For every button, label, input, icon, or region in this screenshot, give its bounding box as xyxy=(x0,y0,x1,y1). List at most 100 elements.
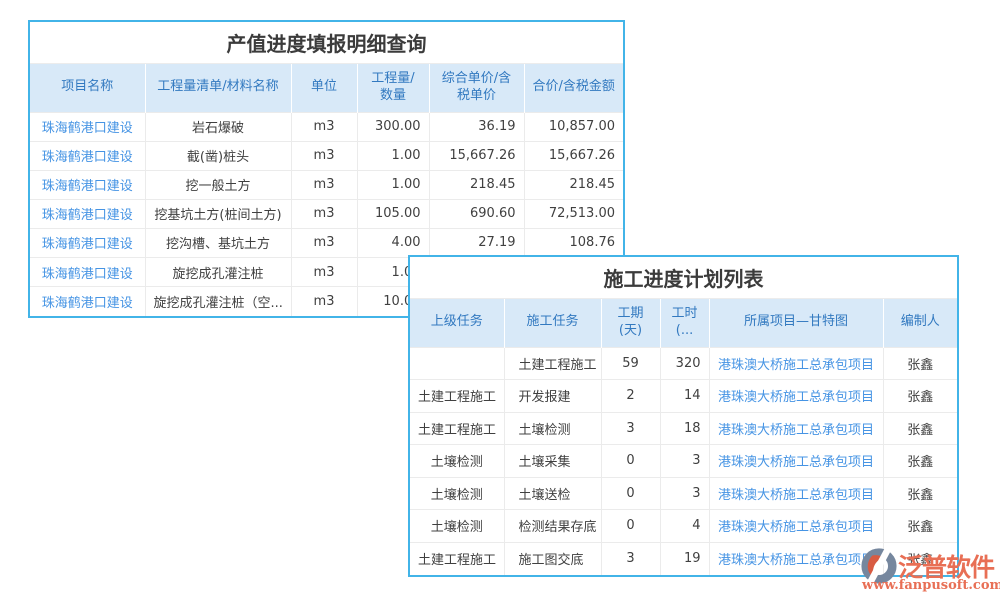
unit-price: 218.45 xyxy=(429,170,524,199)
parent-task: 土建工程施工 xyxy=(410,380,504,413)
table-row: 土建工程施工土壤检测318 港珠澳大桥施工总承包项目张鑫 xyxy=(410,412,957,445)
table-cell: 珠海鹤港口建设 xyxy=(30,112,145,141)
parent-task: 土建工程施工 xyxy=(410,412,504,445)
project-link[interactable]: 珠海鹤港口建设 xyxy=(42,121,133,136)
unit-price: 36.19 xyxy=(429,112,524,141)
gantt-project-link[interactable]: 港珠澳大桥施工总承包项目 xyxy=(718,390,874,405)
total-amount: 15,667.26 xyxy=(524,141,623,170)
unit-price: 15,667.26 xyxy=(429,141,524,170)
gantt-project-link[interactable]: 港珠澳大桥施工总承包项目 xyxy=(718,488,874,503)
gantt-project-link[interactable]: 港珠澳大桥施工总承包项目 xyxy=(718,455,874,470)
duration-days: 0 xyxy=(601,445,660,478)
work-hours: 320 xyxy=(660,347,709,380)
quantity: 105.00 xyxy=(357,199,429,228)
column-header: 项目名称 xyxy=(30,64,145,112)
author: 张鑫 xyxy=(883,347,957,380)
unit: m3 xyxy=(291,228,357,257)
fanpu-logo: 泛普软件 www.fanpusoft.com xyxy=(860,544,1000,596)
construction-task: 检测结果存底 xyxy=(504,510,601,543)
project-link[interactable]: 珠海鹤港口建设 xyxy=(42,208,133,223)
duration-days: 0 xyxy=(601,510,660,543)
project-link[interactable]: 珠海鹤港口建设 xyxy=(42,150,133,165)
parent-task: 土建工程施工 xyxy=(410,542,504,575)
table-row: 珠海鹤港口建设挖基坑土方(桩间土方)m3105.00690.6072,513.0… xyxy=(30,199,623,228)
table-cell: 港珠澳大桥施工总承包项目 xyxy=(709,477,883,510)
construction-schedule-table: 上级任务 施工任务 工期 (天) 工时 (... 所属项目—甘特图 编制人 土建… xyxy=(410,299,957,575)
parent-task xyxy=(410,347,504,380)
duration-days: 3 xyxy=(601,542,660,575)
table-row: 土建工程施工开发报建214港珠澳大桥施工总承包项目张鑫 xyxy=(410,380,957,413)
duration-days: 0 xyxy=(601,477,660,510)
table-cell: 港珠澳大桥施工总承包项目 xyxy=(709,347,883,380)
author: 张鑫 xyxy=(883,477,957,510)
construction-task: 土壤采集 xyxy=(504,445,601,478)
unit-price: 690.60 xyxy=(429,199,524,228)
unit: m3 xyxy=(291,287,357,316)
item-name: 挖基坑土方(桩间土方) xyxy=(145,199,291,228)
table-cell: 港珠澳大桥施工总承包项目 xyxy=(709,412,883,445)
table-row: 珠海鹤港口建设挖一般土方m31.00218.45218.45 xyxy=(30,170,623,199)
construction-task: 土壤检测 xyxy=(504,412,601,445)
item-name: 岩石爆破 xyxy=(145,112,291,141)
project-link[interactable]: 珠海鹤港口建设 xyxy=(42,267,133,282)
header-row: 项目名称 工程量清单/材料名称 单位 工程量/ 数量 综合单价/含 税单价 合价… xyxy=(30,64,623,112)
table-cell: 珠海鹤港口建设 xyxy=(30,141,145,170)
column-header: 工程量清单/材料名称 xyxy=(145,64,291,112)
author: 张鑫 xyxy=(883,412,957,445)
column-header: 单位 xyxy=(291,64,357,112)
brand-url: www.fanpusoft.com xyxy=(862,578,1000,593)
project-link[interactable]: 珠海鹤港口建设 xyxy=(42,296,133,311)
duration-days: 2 xyxy=(601,380,660,413)
gantt-project-link[interactable]: 港珠澳大桥施工总承包项目 xyxy=(718,520,874,535)
quantity: 1.00 xyxy=(357,141,429,170)
column-header: 合价/含税金额 xyxy=(524,64,623,112)
unit: m3 xyxy=(291,199,357,228)
column-header: 施工任务 xyxy=(504,299,601,347)
item-name: 挖一般土方 xyxy=(145,170,291,199)
project-link[interactable]: 珠海鹤港口建设 xyxy=(42,237,133,252)
total-amount: 218.45 xyxy=(524,170,623,199)
column-header: 综合单价/含 税单价 xyxy=(429,64,524,112)
work-hours: 14 xyxy=(660,380,709,413)
table-cell: 港珠澳大桥施工总承包项目 xyxy=(709,542,883,575)
table-row: 珠海鹤港口建设挖沟槽、基坑土方m34.0027.19108.76 xyxy=(30,228,623,257)
table-row: 珠海鹤港口建设截(凿)桩头m31.0015,667.2615,667.26 xyxy=(30,141,623,170)
author: 张鑫 xyxy=(883,510,957,543)
unit: m3 xyxy=(291,141,357,170)
gantt-project-link[interactable]: 港珠澳大桥施工总承包项目 xyxy=(718,423,874,438)
item-name: 截(凿)桩头 xyxy=(145,141,291,170)
item-name: 旋挖成孔灌注桩（空... xyxy=(145,287,291,316)
column-header: 上级任务 xyxy=(410,299,504,347)
work-hours: 3 xyxy=(660,477,709,510)
parent-task: 土壤检测 xyxy=(410,477,504,510)
project-link[interactable]: 珠海鹤港口建设 xyxy=(42,179,133,194)
construction-task: 土建工程施工 xyxy=(504,347,601,380)
gantt-project-link[interactable]: 港珠澳大桥施工总承包项目 xyxy=(718,358,874,373)
work-hours: 19 xyxy=(660,542,709,575)
work-hours: 18 xyxy=(660,412,709,445)
construction-schedule-window: 施工进度计划列表 上级任务 施工任务 工期 (天) 工时 (... 所属项目—甘… xyxy=(408,255,959,577)
work-hours: 3 xyxy=(660,445,709,478)
table-cell: 珠海鹤港口建设 xyxy=(30,228,145,257)
table-row: 土壤检测土壤送检03港珠澳大桥施工总承包项目张鑫 xyxy=(410,477,957,510)
total-amount: 108.76 xyxy=(524,228,623,257)
table-cell: 珠海鹤港口建设 xyxy=(30,257,145,286)
duration-days: 3 xyxy=(601,412,660,445)
table-cell: 珠海鹤港口建设 xyxy=(30,287,145,316)
unit: m3 xyxy=(291,257,357,286)
duration-days: 59 xyxy=(601,347,660,380)
table-cell: 珠海鹤港口建设 xyxy=(30,170,145,199)
page: { "colors": { "panel_border": "#42b4e8",… xyxy=(0,0,1000,600)
total-amount: 10,857.00 xyxy=(524,112,623,141)
total-amount: 72,513.00 xyxy=(524,199,623,228)
table-row: 土壤检测检测结果存底04港珠澳大桥施工总承包项目张鑫 xyxy=(410,510,957,543)
panel-title: 产值进度填报明细查询 xyxy=(30,22,623,64)
gantt-project-link[interactable]: 港珠澳大桥施工总承包项目 xyxy=(718,553,874,568)
author: 张鑫 xyxy=(883,380,957,413)
column-header: 工时 (... xyxy=(660,299,709,347)
table-row: 土壤检测土壤采集03港珠澳大桥施工总承包项目张鑫 xyxy=(410,445,957,478)
work-hours: 4 xyxy=(660,510,709,543)
column-header: 编制人 xyxy=(883,299,957,347)
unit: m3 xyxy=(291,112,357,141)
parent-task: 土壤检测 xyxy=(410,445,504,478)
